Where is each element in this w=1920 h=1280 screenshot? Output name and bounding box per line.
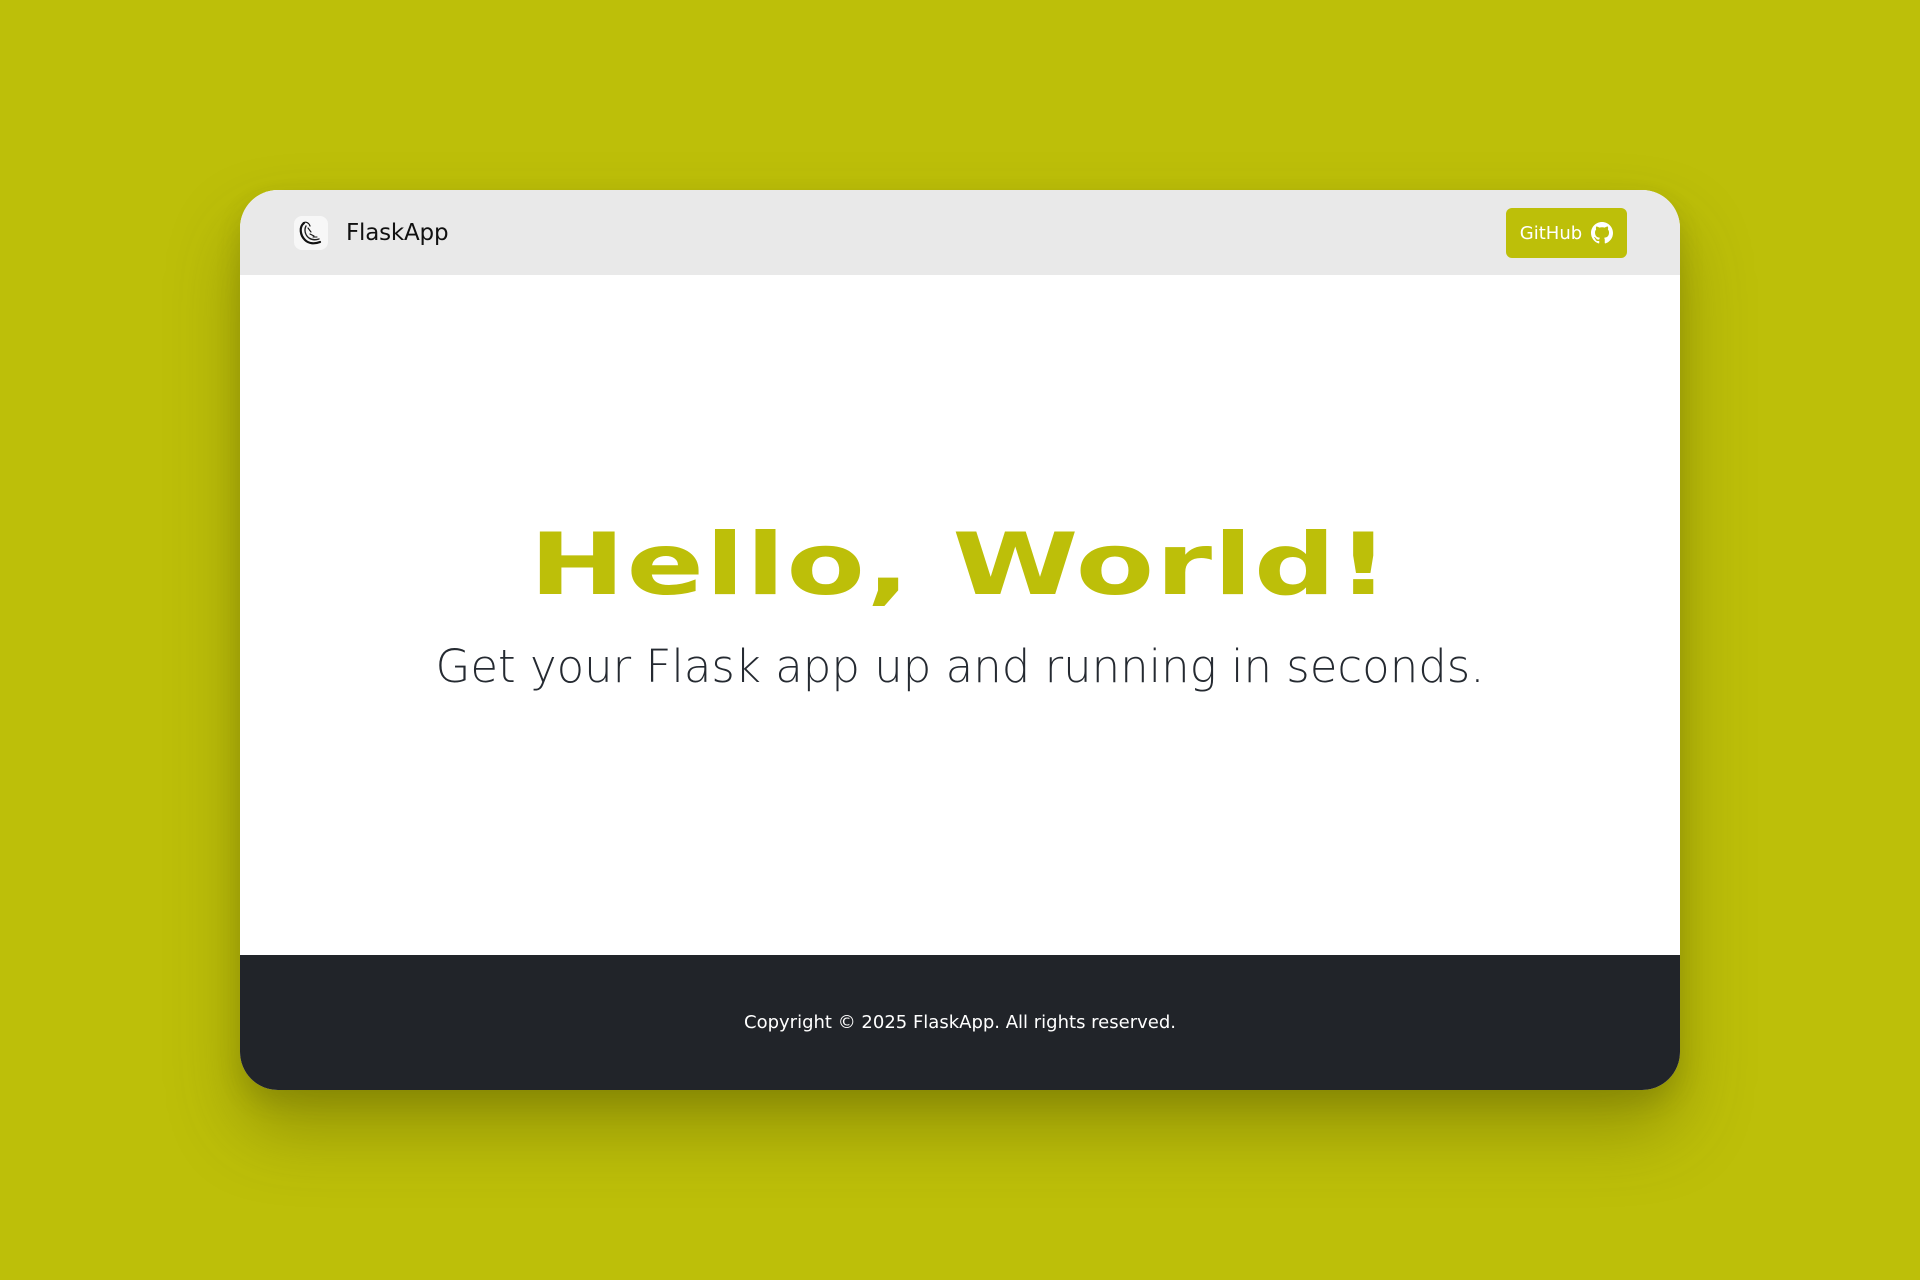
footer: Copyright © 2025 FlaskApp. All rights re…	[240, 955, 1680, 1090]
navbar: FlaskApp GitHub	[240, 190, 1680, 275]
flask-logo-icon	[294, 216, 328, 250]
github-button[interactable]: GitHub	[1506, 208, 1627, 258]
hero-section: Hello, World! Get your Flask app up and …	[240, 275, 1680, 955]
github-icon	[1591, 222, 1614, 244]
brand-name: FlaskApp	[346, 220, 449, 246]
app-window: FlaskApp GitHub Hello, World! Get your F…	[240, 190, 1680, 1090]
copyright-text: Copyright © 2025 FlaskApp. All rights re…	[744, 1012, 1176, 1033]
brand-link[interactable]: FlaskApp	[294, 213, 449, 253]
hero-subtitle: Get your Flask app up and running in sec…	[435, 640, 1485, 693]
hero-title: Hello, World!	[529, 515, 1391, 615]
github-button-label: GitHub	[1519, 222, 1583, 244]
page-background: { "theme": { "accent": "#bdbf09", "navba…	[0, 0, 1920, 1280]
